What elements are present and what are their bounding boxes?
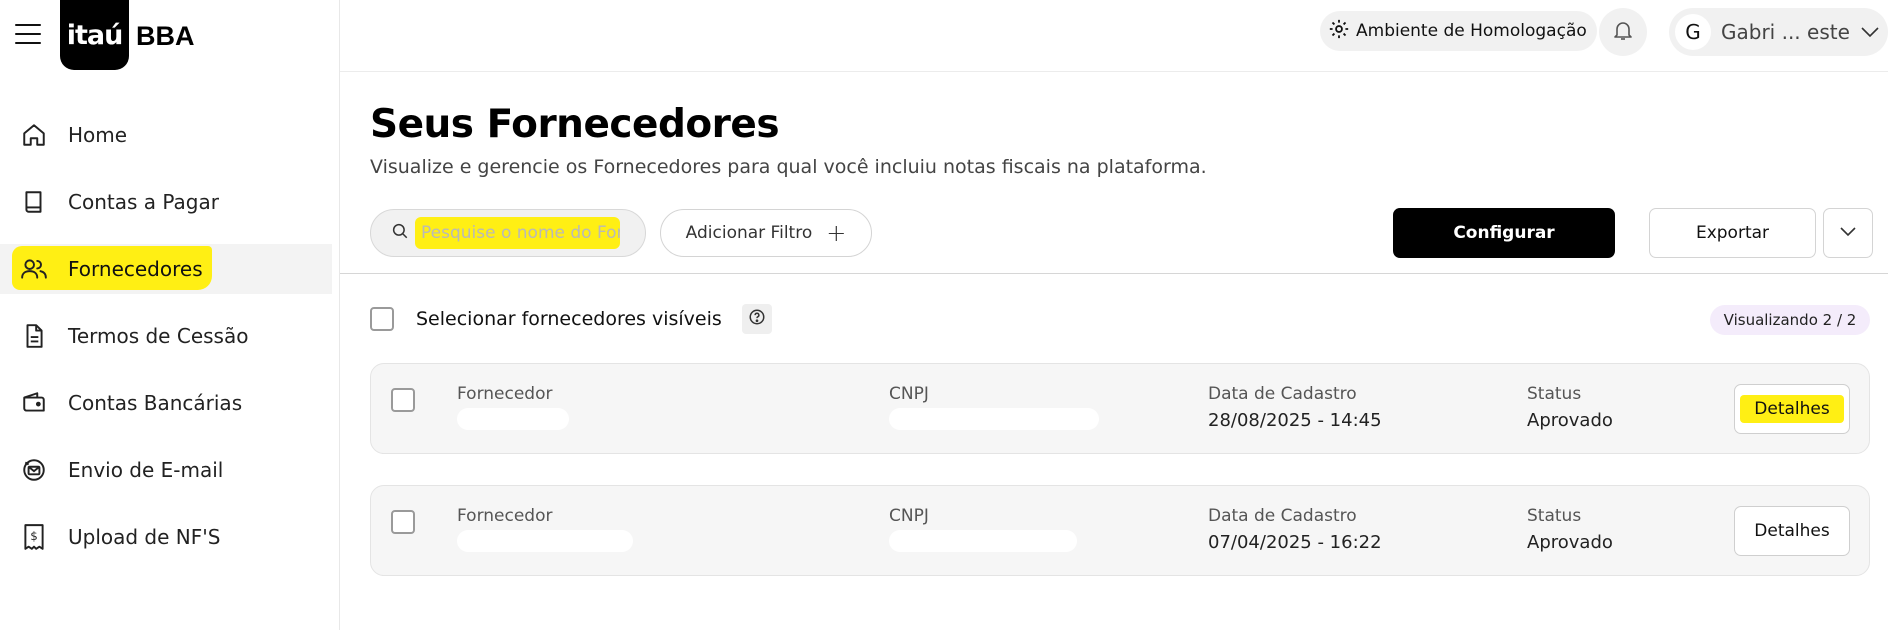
chevron-down-icon bbox=[1838, 224, 1858, 243]
export-options-button[interactable] bbox=[1823, 208, 1873, 258]
date-value: 07/04/2025 - 16:22 bbox=[1208, 532, 1382, 553]
date-value: 28/08/2025 - 14:45 bbox=[1208, 410, 1382, 431]
cnpj-header: CNPJ bbox=[889, 506, 929, 526]
notifications-button[interactable] bbox=[1599, 8, 1647, 56]
environment-label: Ambiente de Homologação bbox=[1356, 21, 1587, 41]
sidebar-item-label: Home bbox=[68, 123, 128, 147]
help-button[interactable] bbox=[741, 304, 772, 334]
row-checkbox[interactable] bbox=[391, 510, 415, 534]
cnpj-header: CNPJ bbox=[889, 384, 929, 404]
avatar: G bbox=[1675, 14, 1711, 50]
logo-suffix: BBA bbox=[136, 20, 195, 51]
sidebar-item-contas-a-pagar[interactable]: Contas a Pagar bbox=[0, 177, 332, 227]
date-header: Data de Cadastro bbox=[1208, 506, 1357, 526]
status-header: Status bbox=[1527, 384, 1582, 404]
bell-icon bbox=[1611, 18, 1635, 46]
logo-mark: itaú bbox=[60, 0, 129, 70]
table-row: Fornecedor CNPJ Data de Cadastro 28/08/2… bbox=[370, 363, 1870, 454]
date-cell: Data de Cadastro 07/04/2025 - 16:22 bbox=[1208, 506, 1382, 553]
home-icon bbox=[20, 121, 48, 149]
top-bar: Ambiente de Homologação G Gabri ... este bbox=[340, 0, 1888, 72]
svg-text:$: $ bbox=[30, 529, 38, 543]
page-title: Seus Fornecedores bbox=[370, 102, 780, 147]
chevron-down-icon bbox=[1860, 23, 1880, 45]
status-value: Aprovado bbox=[1527, 532, 1613, 553]
select-all-checkbox[interactable] bbox=[370, 307, 394, 331]
status-header: Status bbox=[1527, 506, 1582, 526]
add-filter-button[interactable]: Adicionar Filtro + bbox=[660, 209, 872, 257]
sidebar-item-fornecedores[interactable]: Fornecedores bbox=[0, 244, 332, 294]
sidebar-item-upload-de-nfs[interactable]: $ Upload de NF'S bbox=[0, 512, 332, 562]
visible-count-badge: Visualizando 2 / 2 bbox=[1710, 305, 1870, 335]
date-header: Data de Cadastro bbox=[1208, 384, 1357, 404]
select-all-label: Selecionar fornecedores visíveis bbox=[416, 308, 722, 330]
search-input[interactable] bbox=[415, 217, 620, 249]
export-button[interactable]: Exportar bbox=[1649, 208, 1816, 258]
configure-button[interactable]: Configurar bbox=[1393, 208, 1615, 258]
sidebar-item-contas-bancarias[interactable]: Contas Bancárias bbox=[0, 378, 332, 428]
search-icon bbox=[391, 222, 409, 244]
mail-icon bbox=[20, 456, 48, 484]
gear-icon bbox=[1328, 18, 1350, 45]
sidebar-item-label: Contas Bancárias bbox=[68, 391, 243, 415]
redacted-supplier bbox=[457, 530, 633, 552]
document-icon bbox=[20, 322, 48, 350]
sidebar-item-label: Contas a Pagar bbox=[68, 190, 219, 214]
users-icon bbox=[20, 255, 48, 283]
user-name: Gabri ... este bbox=[1721, 20, 1850, 44]
details-button[interactable]: Detalhes bbox=[1734, 384, 1850, 434]
details-label: Detalhes bbox=[1754, 521, 1830, 541]
supplier-cell: Fornecedor bbox=[457, 506, 633, 552]
sidebar-item-label: Fornecedores bbox=[68, 257, 203, 281]
redacted-cnpj bbox=[889, 530, 1077, 552]
divider bbox=[340, 273, 1888, 274]
details-button[interactable]: Detalhes bbox=[1734, 506, 1850, 556]
sidebar: itaú BBA Home Contas a Pagar Fornecedore… bbox=[0, 0, 340, 630]
sidebar-nav: Home Contas a Pagar Fornecedores Termos … bbox=[0, 110, 332, 579]
question-icon bbox=[748, 308, 766, 330]
sidebar-item-termos-de-cessao[interactable]: Termos de Cessão bbox=[0, 311, 332, 361]
supplier-cell: Fornecedor bbox=[457, 384, 569, 430]
supplier-header: Fornecedor bbox=[457, 506, 553, 526]
plus-icon: + bbox=[826, 219, 847, 247]
sidebar-item-label: Envio de E-mail bbox=[68, 458, 224, 482]
date-cell: Data de Cadastro 28/08/2025 - 14:45 bbox=[1208, 384, 1382, 431]
environment-button[interactable]: Ambiente de Homologação bbox=[1320, 11, 1597, 51]
menu-icon[interactable] bbox=[15, 24, 41, 44]
user-menu[interactable]: G Gabri ... este bbox=[1669, 8, 1888, 56]
main-content: Seus Fornecedores Visualize e gerencie o… bbox=[340, 72, 1888, 630]
sidebar-item-label: Termos de Cessão bbox=[68, 324, 249, 348]
details-label: Detalhes bbox=[1740, 395, 1844, 423]
supplier-header: Fornecedor bbox=[457, 384, 553, 404]
row-checkbox[interactable] bbox=[391, 388, 415, 412]
page-subtitle: Visualize e gerencie os Fornecedores par… bbox=[370, 156, 1207, 178]
redacted-supplier bbox=[457, 408, 569, 430]
status-cell: Status Aprovado bbox=[1527, 506, 1613, 553]
wallet-icon bbox=[20, 389, 48, 417]
add-filter-label: Adicionar Filtro bbox=[685, 223, 813, 243]
sidebar-item-envio-de-email[interactable]: Envio de E-mail bbox=[0, 445, 332, 495]
app-root: itaú BBA Home Contas a Pagar Fornecedore… bbox=[0, 0, 1888, 630]
logo[interactable]: itaú BBA bbox=[60, 0, 195, 70]
table-row: Fornecedor CNPJ Data de Cadastro 07/04/2… bbox=[370, 485, 1870, 576]
sidebar-item-label: Upload de NF'S bbox=[68, 525, 221, 549]
book-icon bbox=[20, 188, 48, 216]
cnpj-cell: CNPJ bbox=[889, 384, 1099, 430]
receipt-icon: $ bbox=[20, 523, 48, 551]
status-value: Aprovado bbox=[1527, 410, 1613, 431]
status-cell: Status Aprovado bbox=[1527, 384, 1613, 431]
cnpj-cell: CNPJ bbox=[889, 506, 1077, 552]
search-box[interactable] bbox=[370, 209, 646, 257]
select-all-row: Selecionar fornecedores visíveis bbox=[370, 304, 772, 334]
sidebar-item-home[interactable]: Home bbox=[0, 110, 332, 160]
redacted-cnpj bbox=[889, 408, 1099, 430]
